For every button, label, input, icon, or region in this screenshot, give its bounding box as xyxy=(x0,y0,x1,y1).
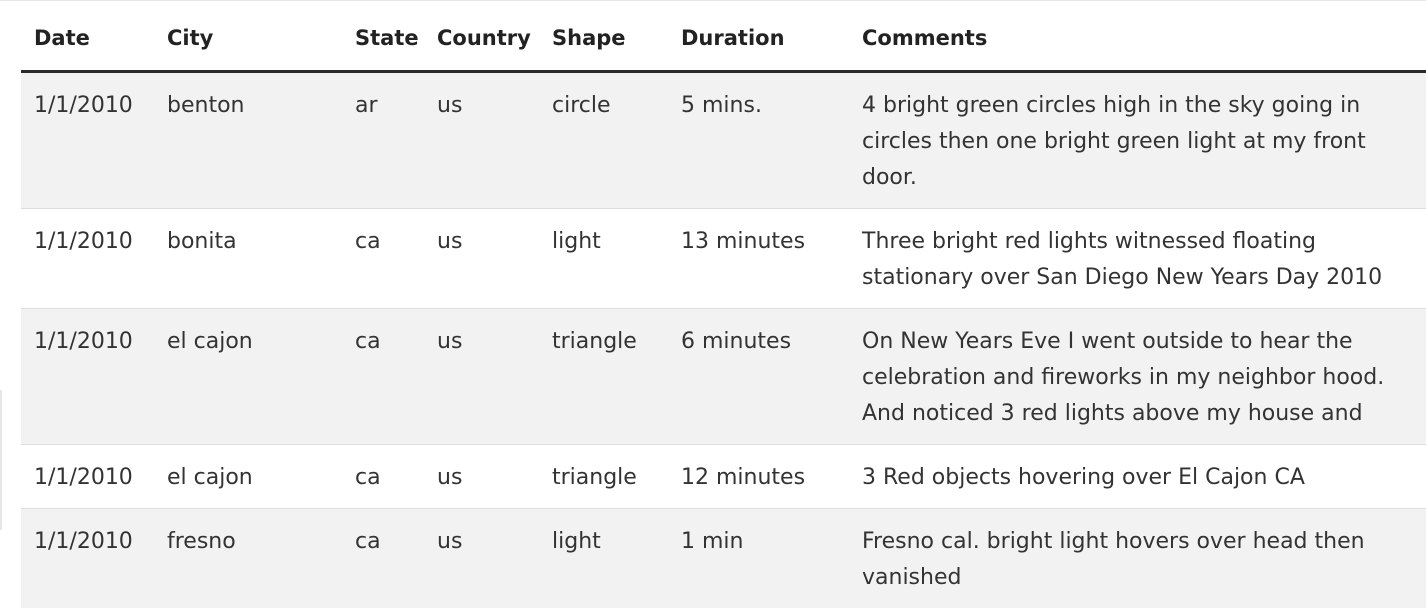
cell-comments: 3 Red objects hovering over El Cajon CA xyxy=(849,445,1426,509)
table-row: 1/1/2010 bonita ca us light 13 minutes T… xyxy=(21,209,1426,309)
header-row: Date City State Country Shape Duration C… xyxy=(21,16,1426,72)
header-country: Country xyxy=(424,16,539,72)
cell-state: ca xyxy=(342,209,424,309)
cell-city: fresno xyxy=(154,509,342,608)
cell-shape: light xyxy=(539,209,668,309)
cell-date: 1/1/2010 xyxy=(21,209,154,309)
cell-city: el cajon xyxy=(154,309,342,445)
cell-duration: 5 mins. xyxy=(668,72,849,209)
cell-duration: 6 minutes xyxy=(668,309,849,445)
table-row: 1/1/2010 el cajon ca us triangle 12 minu… xyxy=(21,445,1426,509)
cell-city: benton xyxy=(154,72,342,209)
cell-country: us xyxy=(424,309,539,445)
cell-comments: On New Years Eve I went outside to hear … xyxy=(849,309,1426,445)
cell-comments: Three bright red lights witnessed floati… xyxy=(849,209,1426,309)
cell-country: us xyxy=(424,445,539,509)
cell-comments: Fresno cal. bright light hovers over hea… xyxy=(849,509,1426,608)
cell-duration: 12 minutes xyxy=(668,445,849,509)
cell-state: ca xyxy=(342,509,424,608)
cell-country: us xyxy=(424,509,539,608)
cell-date: 1/1/2010 xyxy=(21,445,154,509)
cell-shape: light xyxy=(539,509,668,608)
cell-state: ar xyxy=(342,72,424,209)
table-header: Date City State Country Shape Duration C… xyxy=(21,16,1426,72)
cell-duration: 1 min xyxy=(668,509,849,608)
cell-state: ca xyxy=(342,445,424,509)
top-border xyxy=(0,0,1426,1)
table-row: 1/1/2010 el cajon ca us triangle 6 minut… xyxy=(21,309,1426,445)
cell-city: el cajon xyxy=(154,445,342,509)
cell-date: 1/1/2010 xyxy=(21,509,154,608)
cell-city: bonita xyxy=(154,209,342,309)
header-shape: Shape xyxy=(539,16,668,72)
left-border xyxy=(0,390,2,530)
cell-comments: 4 bright green circles high in the sky g… xyxy=(849,72,1426,209)
header-city: City xyxy=(154,16,342,72)
cell-date: 1/1/2010 xyxy=(21,72,154,209)
cell-shape: triangle xyxy=(539,309,668,445)
ufo-sightings-table-container: Date City State Country Shape Duration C… xyxy=(21,16,1426,608)
table-row: 1/1/2010 benton ar us circle 5 mins. 4 b… xyxy=(21,72,1426,209)
ufo-sightings-table: Date City State Country Shape Duration C… xyxy=(21,16,1426,608)
cell-country: us xyxy=(424,209,539,309)
table-body: 1/1/2010 benton ar us circle 5 mins. 4 b… xyxy=(21,72,1426,608)
cell-state: ca xyxy=(342,309,424,445)
header-duration: Duration xyxy=(668,16,849,72)
cell-country: us xyxy=(424,72,539,209)
header-comments: Comments xyxy=(849,16,1426,72)
cell-shape: triangle xyxy=(539,445,668,509)
header-state: State xyxy=(342,16,424,72)
cell-duration: 13 minutes xyxy=(668,209,849,309)
cell-date: 1/1/2010 xyxy=(21,309,154,445)
header-date: Date xyxy=(21,16,154,72)
cell-shape: circle xyxy=(539,72,668,209)
table-row: 1/1/2010 fresno ca us light 1 min Fresno… xyxy=(21,509,1426,608)
